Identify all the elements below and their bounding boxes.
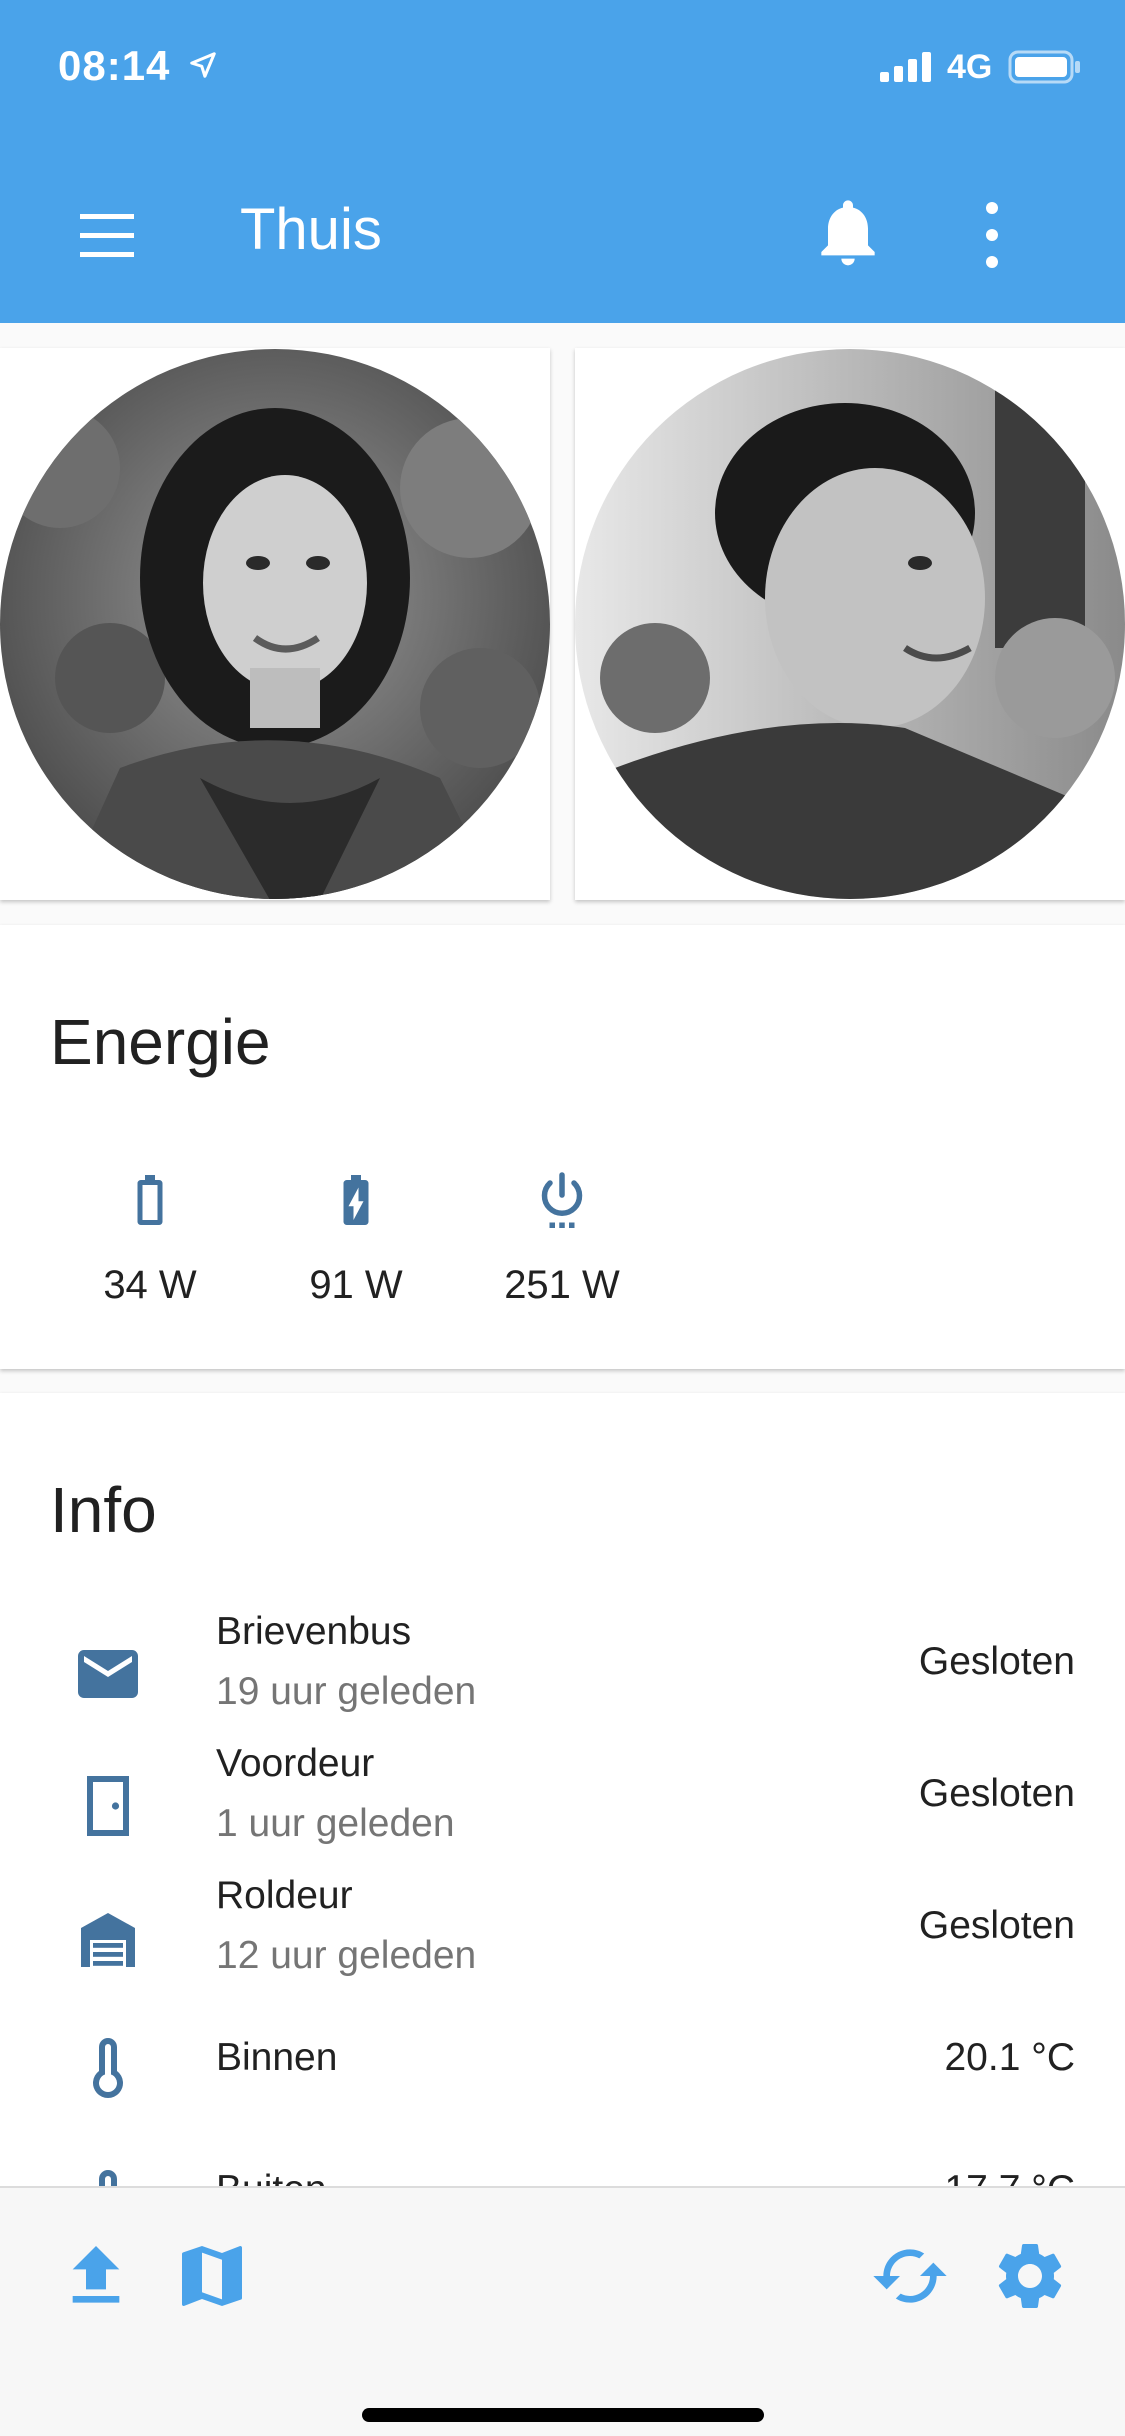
garage-icon xyxy=(81,1913,135,1967)
thermometer-icon xyxy=(93,2038,123,2098)
person-card[interactable] xyxy=(575,348,1125,900)
row-state: 20.1 °C xyxy=(944,2036,1075,2079)
row-name: Roldeur xyxy=(216,1874,353,1917)
settings-icon[interactable] xyxy=(990,2236,1070,2316)
energy-item-battery-charging[interactable]: 91 W xyxy=(256,1165,456,1335)
toolbar: Thuis xyxy=(0,140,1125,323)
app-header: 08:14 4G Thuis xyxy=(0,0,1125,323)
bottom-toolbar xyxy=(0,2186,1125,2436)
row-state: Gesloten xyxy=(918,1640,1075,1683)
location-arrow-icon xyxy=(190,52,216,78)
battery-status-icon xyxy=(1008,50,1080,84)
signal-icon xyxy=(880,52,931,82)
energy-title: Energie xyxy=(50,1006,271,1078)
network-type: 4G xyxy=(947,48,993,86)
row-last-changed: 12 uur geleden xyxy=(216,1934,477,1977)
energy-value: 34 W xyxy=(103,1263,197,1307)
upload-icon[interactable] xyxy=(56,2236,136,2316)
map-icon[interactable] xyxy=(172,2236,252,2316)
more-options-icon[interactable] xyxy=(970,198,1014,272)
energy-item-power[interactable]: 251 W xyxy=(462,1165,662,1335)
energy-value: 91 W xyxy=(309,1263,403,1307)
info-row-roldeur[interactable]: Roldeur 12 uur geleden Gesloten xyxy=(0,1872,1125,2004)
home-indicator[interactable] xyxy=(362,2408,764,2422)
info-row-voordeur[interactable]: Voordeur 1 uur geleden Gesloten xyxy=(0,1740,1125,1872)
row-state: Gesloten xyxy=(918,1904,1075,1947)
menu-icon[interactable] xyxy=(72,206,144,266)
refresh-icon[interactable] xyxy=(870,2236,950,2316)
power-plug-icon xyxy=(541,1172,583,1228)
energy-item-battery[interactable]: 34 W xyxy=(50,1165,250,1335)
status-time: 08:14 xyxy=(58,42,171,89)
row-state: Gesloten xyxy=(918,1772,1075,1815)
row-last-changed: 19 uur geleden xyxy=(216,1670,477,1713)
page-title: Thuis xyxy=(240,197,382,262)
energy-value: 251 W xyxy=(504,1263,620,1307)
battery-charging-icon xyxy=(343,1175,369,1225)
door-icon xyxy=(87,1776,129,1836)
row-name: Brievenbus xyxy=(216,1610,412,1653)
row-name: Voordeur xyxy=(216,1742,375,1785)
notifications-bell-icon[interactable] xyxy=(808,192,888,272)
info-row-brievenbus[interactable]: Brievenbus 19 uur geleden Gesloten xyxy=(0,1608,1125,1740)
row-name: Binnen xyxy=(216,2036,338,2079)
energy-card: Energie 34 W 91 W 251 W xyxy=(0,925,1125,1369)
info-title: Info xyxy=(50,1474,157,1546)
mail-icon xyxy=(78,1650,138,1698)
info-row-binnen[interactable]: Binnen 20.1 °C xyxy=(0,2004,1125,2136)
status-bar: 08:14 4G xyxy=(0,0,1125,140)
battery-icon xyxy=(137,1175,163,1225)
row-last-changed: 1 uur geleden xyxy=(216,1802,455,1845)
avatar xyxy=(0,349,550,899)
person-card[interactable] xyxy=(0,348,550,900)
avatar xyxy=(575,349,1125,899)
